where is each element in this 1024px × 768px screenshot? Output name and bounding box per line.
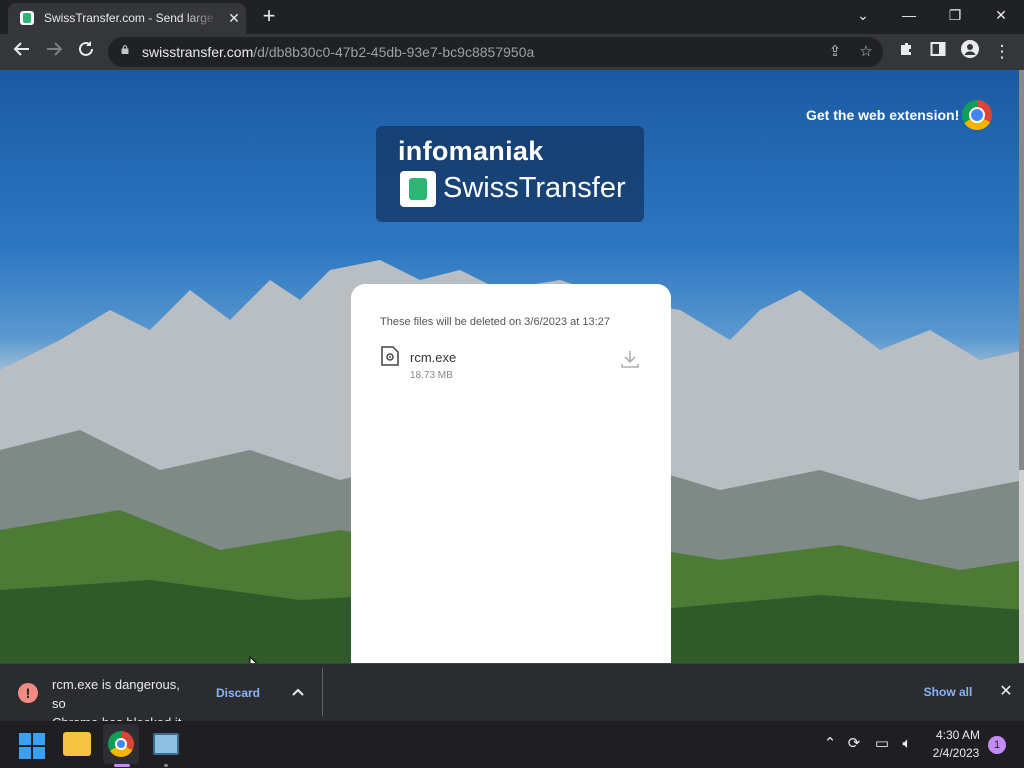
deletion-note: These files will be deleted on 3/6/2023 … bbox=[380, 316, 610, 328]
tab-search-icon[interactable]: ⌄ bbox=[849, 4, 877, 26]
close-download-bar-icon[interactable]: ✕ bbox=[996, 681, 1016, 703]
url-domain: swisstransfer.com bbox=[142, 44, 254, 60]
forward-arrow-icon[interactable] bbox=[42, 40, 66, 64]
notification-badge[interactable]: 1 bbox=[988, 736, 1006, 754]
tray-chevron-up-icon[interactable]: ⌃ bbox=[822, 733, 838, 755]
web-extension-link[interactable]: Get the web extension! bbox=[806, 107, 959, 123]
download-icon[interactable] bbox=[619, 348, 641, 370]
extensions-icon[interactable] bbox=[894, 40, 918, 64]
clock-date[interactable]: 2/4/2023 bbox=[924, 746, 988, 760]
windows-taskbar: ⌃ ⟳ ▭ 🔈︎ 4:30 AM 2/4/2023 1 bbox=[0, 721, 1024, 768]
reload-icon[interactable] bbox=[74, 40, 98, 64]
file-name[interactable]: rcm.exe bbox=[410, 350, 456, 365]
profile-icon[interactable] bbox=[958, 40, 982, 64]
tab-swisstransfer[interactable]: SwissTransfer.com - Send large files ✕ bbox=[8, 3, 246, 34]
file-settings-icon bbox=[381, 346, 399, 366]
brand-header: infomaniak SwissTransfer bbox=[376, 126, 644, 222]
minimize-icon[interactable]: — bbox=[895, 4, 923, 26]
browser-toolbar: swisstransfer.com/d/db8b30c0-47b2-45db-9… bbox=[0, 34, 1024, 70]
running-app-indicator bbox=[164, 764, 168, 767]
danger-warning-icon: ! bbox=[18, 683, 38, 703]
volume-icon[interactable]: 🔈︎ bbox=[897, 733, 917, 755]
file-explorer-icon[interactable] bbox=[63, 732, 91, 756]
page-background: Get the web extension! infomaniak SwissT… bbox=[0, 70, 1024, 663]
windows-start-icon[interactable] bbox=[19, 733, 45, 759]
file-size: 18.73 MB bbox=[410, 370, 453, 381]
mouse-cursor-icon bbox=[249, 656, 258, 663]
clock-time[interactable]: 4:30 AM bbox=[928, 728, 988, 742]
url-text[interactable]: swisstransfer.com/d/db8b30c0-47b2-45db-9… bbox=[142, 44, 534, 60]
new-tab-icon[interactable]: + bbox=[258, 5, 280, 27]
star-icon[interactable]: ☆ bbox=[855, 41, 877, 63]
tab-close-icon[interactable]: ✕ bbox=[226, 9, 242, 27]
swisstransfer-brand-name: SwissTransfer bbox=[443, 172, 626, 204]
tab-title: SwissTransfer.com - Send large files bbox=[44, 11, 220, 25]
chevron-up-icon[interactable] bbox=[288, 681, 308, 703]
lock-icon[interactable] bbox=[120, 45, 130, 54]
url-path: /d/db8b30c0-47b2-45db-93e7-bc9c8857950a bbox=[253, 44, 535, 60]
swisstransfer-favicon-icon bbox=[20, 11, 34, 25]
share-icon[interactable]: ⇪ bbox=[824, 41, 846, 63]
chrome-taskbar-icon[interactable] bbox=[108, 731, 134, 757]
tab-strip: SwissTransfer.com - Send large files ✕ +… bbox=[0, 0, 1024, 34]
show-all-button[interactable]: Show all bbox=[919, 679, 977, 705]
download-warning-line1: rcm.exe is dangerous, so bbox=[52, 677, 180, 711]
download-bar: ! rcm.exe is dangerous, so Chrome has bl… bbox=[0, 663, 1024, 730]
discard-button[interactable]: Discard bbox=[203, 680, 273, 706]
infomaniak-logo: infomaniak bbox=[398, 136, 544, 166]
active-app-indicator bbox=[114, 764, 130, 767]
transfer-card: These files will be deleted on 3/6/2023 … bbox=[351, 284, 671, 663]
side-panel-icon[interactable] bbox=[926, 40, 950, 64]
menu-icon[interactable]: ⋮ bbox=[990, 40, 1014, 64]
remote-app-icon[interactable] bbox=[153, 733, 179, 755]
download-divider bbox=[322, 668, 323, 716]
swisstransfer-logo-icon bbox=[400, 171, 436, 207]
chrome-logo-icon[interactable] bbox=[962, 100, 992, 130]
address-bar[interactable]: swisstransfer.com/d/db8b30c0-47b2-45db-9… bbox=[108, 37, 883, 67]
scrollbar-thumb[interactable] bbox=[1019, 70, 1024, 470]
sync-icon[interactable]: ⟳ bbox=[845, 733, 863, 755]
network-icon[interactable]: ▭ bbox=[872, 733, 892, 755]
restore-icon[interactable]: ❐ bbox=[941, 4, 969, 26]
close-window-icon[interactable]: ✕ bbox=[987, 4, 1015, 26]
back-arrow-icon[interactable] bbox=[10, 40, 34, 64]
